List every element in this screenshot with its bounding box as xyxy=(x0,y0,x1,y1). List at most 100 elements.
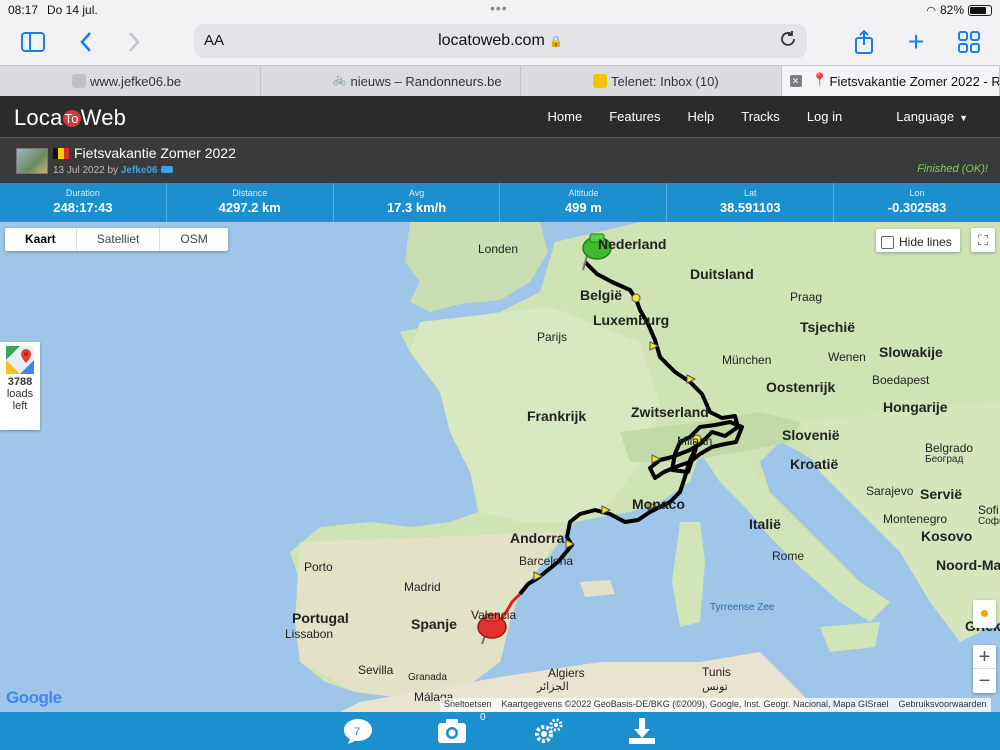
map-label: Sofi xyxy=(978,503,999,517)
map-label: Софи xyxy=(978,516,1000,527)
track-title: Fietsvakantie Zomer 2022 xyxy=(74,145,236,161)
checkbox-icon[interactable] xyxy=(881,235,894,249)
map-label: Portugal xyxy=(292,610,349,626)
fullscreen-icon[interactable]: ⛶ xyxy=(971,228,995,252)
map-label: Barcelona xyxy=(519,554,574,568)
bottom-toolbar: 7 0 xyxy=(0,712,1000,750)
map-label: Duitsland xyxy=(690,266,754,282)
photo-count: 0 xyxy=(480,712,486,723)
track-meta: 13 Jul 2022 by Jefke06 xyxy=(53,165,173,176)
map-label: Tsjechië xyxy=(800,319,855,335)
map-label: Belgrado xyxy=(925,441,974,455)
battery-icon xyxy=(968,4,992,16)
date: Do 14 jul. xyxy=(47,3,98,17)
status-bar: 08:17 Do 14 jul. ••• ◠ 82% xyxy=(0,0,1000,20)
map-label: België xyxy=(580,287,623,303)
stat-lat: Lat 38.591103 xyxy=(667,183,835,222)
locatoweb-logo[interactable]: Loca ToWeb xyxy=(14,105,126,131)
pin-icon: 📍 xyxy=(811,72,828,87)
map-label: Lissabon xyxy=(285,627,334,641)
map-type-osm[interactable]: OSM xyxy=(160,228,227,251)
tab-telenet[interactable]: Telenet: Inbox (10) xyxy=(521,66,782,96)
battery-indicator: ◠ 82% xyxy=(926,3,992,17)
map-label: Nederland xyxy=(598,236,667,252)
menu-home[interactable]: Home xyxy=(548,109,583,124)
site-nav: Loca ToWeb Home Features Help Tracks Log … xyxy=(0,96,1000,138)
caret-down-icon: ▼ xyxy=(959,113,968,123)
street-view-pegman-icon[interactable]: ● xyxy=(973,600,996,628)
map-label: Luxemburg xyxy=(593,312,670,328)
camera-icon[interactable] xyxy=(436,716,468,746)
sidebar-icon[interactable] xyxy=(19,28,47,56)
user-link[interactable]: Jefke06 xyxy=(121,165,158,176)
map[interactable]: Londen Nederland Duitsland België Luxemb… xyxy=(0,222,1000,712)
download-icon[interactable] xyxy=(626,716,658,746)
back-icon[interactable] xyxy=(72,28,100,56)
map-label: Spanje xyxy=(411,616,457,632)
map-base xyxy=(290,222,1000,712)
map-label: Tyrreense Zee xyxy=(710,602,775,613)
forward-icon[interactable] xyxy=(120,28,148,56)
menu-language[interactable]: Language ▼ xyxy=(869,109,968,124)
menu-help[interactable]: Help xyxy=(688,109,715,124)
map-label: Italië xyxy=(749,516,781,532)
map-label: الجزائر xyxy=(537,681,569,693)
map-label: Valencia xyxy=(471,608,517,622)
map-label: Hongarije xyxy=(883,399,948,415)
share-icon[interactable] xyxy=(850,28,878,56)
map-label: Londen xyxy=(478,242,519,256)
belgium-flag-icon xyxy=(53,148,69,159)
map-type-satelliet[interactable]: Satelliet xyxy=(77,228,161,251)
address-bar[interactable]: AA locatoweb.com 🔒 xyxy=(194,24,807,58)
waypoint-icon[interactable] xyxy=(631,293,641,303)
avatar[interactable] xyxy=(16,148,48,174)
zoom-in-button[interactable]: + xyxy=(973,645,996,669)
reload-icon[interactable] xyxy=(779,30,797,53)
tab-jefke06[interactable]: www.jefke06.be xyxy=(0,66,261,96)
zoom-out-button[interactable]: − xyxy=(973,669,996,693)
menu-login[interactable]: Log in xyxy=(807,109,842,124)
tab-randonneurs[interactable]: 🚲 nieuws – Randonneurs.be xyxy=(261,66,521,96)
settings-gears-icon[interactable] xyxy=(532,716,564,746)
favicon-icon xyxy=(72,74,86,88)
user-badge-icon xyxy=(160,166,173,173)
main-menu: Home Features Help Tracks Log in Languag… xyxy=(521,109,968,124)
map-type-kaart[interactable]: Kaart xyxy=(5,228,77,251)
track-status: Finished (OK)! xyxy=(917,163,988,175)
map-label: Београд xyxy=(925,454,964,465)
map-label: Kosovo xyxy=(921,528,973,544)
map-label: Slovenië xyxy=(782,427,840,443)
loads-left-panel[interactable]: 3788 loads left xyxy=(0,342,40,430)
menu-features[interactable]: Features xyxy=(609,109,660,124)
google-logo: Google xyxy=(6,688,62,707)
tab-locatoweb[interactable]: ✕ 📍 Fietsvakantie Zomer 2022 - Real... xyxy=(781,66,1000,96)
hide-lines-toggle[interactable]: Hide lines xyxy=(876,229,960,252)
lock-icon: 🔒 xyxy=(549,36,563,48)
map-label: Granada xyxy=(408,672,447,683)
map-label: Zwitserland xyxy=(631,404,709,420)
multitasking-dots-icon[interactable]: ••• xyxy=(490,0,508,16)
map-attribution: Sneltoetsen Kaartgegevens ©2022 GeoBasis… xyxy=(440,698,991,712)
comments-icon[interactable]: 7 xyxy=(342,716,374,746)
map-label: Servië xyxy=(920,486,963,502)
bicycle-icon: 🚲 xyxy=(332,74,347,86)
menu-tracks[interactable]: Tracks xyxy=(741,109,780,124)
map-label: München xyxy=(722,353,772,367)
url-text: locatoweb.com 🔒 xyxy=(438,32,563,49)
battery-percent: 82% xyxy=(939,3,964,17)
new-tab-icon[interactable]: + xyxy=(902,26,930,57)
map-label: Boedapest xyxy=(872,373,930,387)
map-label: Milaan xyxy=(677,434,713,448)
keyboard-shortcuts-link[interactable]: Sneltoetsen xyxy=(444,699,492,711)
close-tab-icon[interactable]: ✕ xyxy=(789,75,802,87)
map-label: Sevilla xyxy=(358,663,394,677)
map-label: Porto xyxy=(304,560,333,574)
stat-altitude: Altitude 499 m xyxy=(500,183,668,222)
tab-overview-icon[interactable] xyxy=(955,28,983,56)
google-maps-icon xyxy=(6,346,34,374)
map-label: Wenen xyxy=(828,350,866,364)
map-label: تونس xyxy=(702,681,728,693)
terms-link[interactable]: Gebruiksvoorwaarden xyxy=(899,699,987,711)
map-label: Praag xyxy=(790,290,823,304)
zoom-control: + − xyxy=(973,645,996,693)
